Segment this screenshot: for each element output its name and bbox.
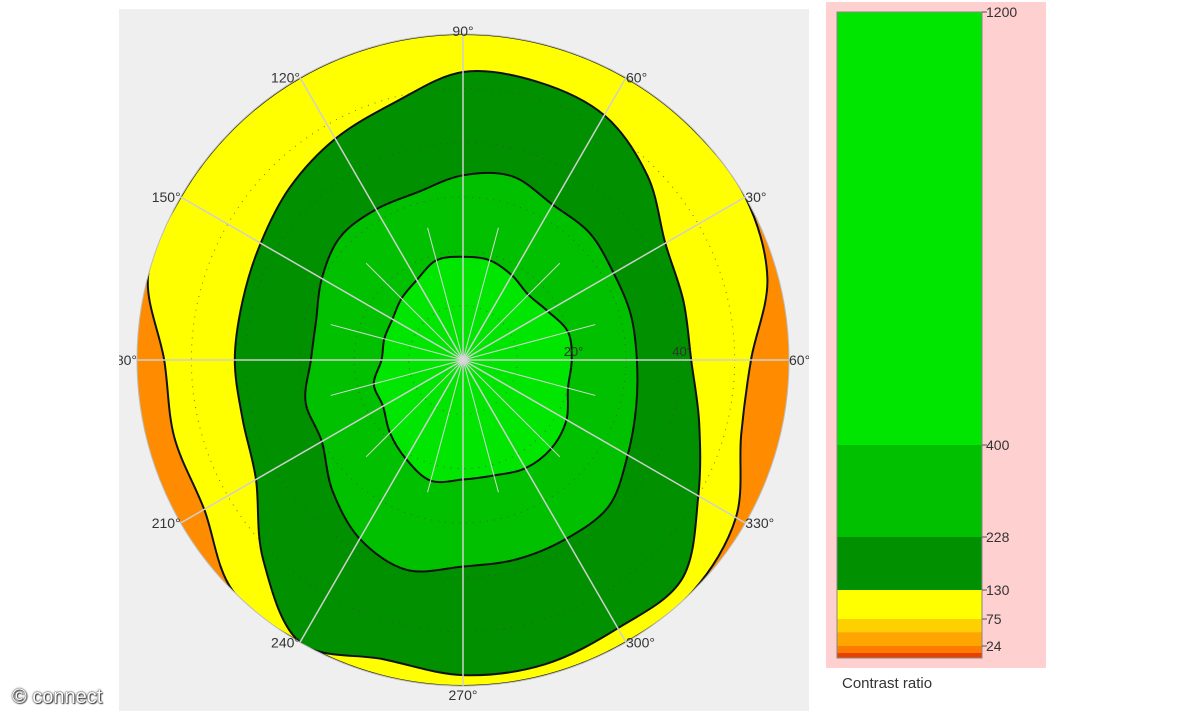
colorbar-band-0-10 <box>837 653 982 658</box>
colorbar-label-1200: 1200 <box>986 4 1017 20</box>
colorbar-band-50-75 <box>837 619 982 633</box>
angle-label-210: 210° <box>152 515 181 531</box>
colorbar-label-400: 400 <box>986 437 1010 453</box>
polar-contour-plot: 60° 30° 60° 90° 120° 150° 180° 210° 240° 270° 300°… <box>119 23 809 703</box>
angle-label-90: 90° <box>452 23 473 39</box>
angle-label-0: 60° <box>789 352 809 368</box>
radial-label-40: 40° <box>672 344 692 359</box>
angle-label-270: 270° <box>449 687 478 703</box>
angle-label-240: 240° <box>271 634 300 650</box>
colorbar-label-130: 130 <box>986 582 1010 598</box>
angle-label-120: 120° <box>271 70 300 86</box>
colorbar-band-228-400 <box>837 445 982 537</box>
colorbar: 1200 400 228 130 75 24 <box>836 4 1017 659</box>
colorbar-label-24: 24 <box>986 638 1002 654</box>
angle-label-180: 180° <box>119 352 137 368</box>
colorbar-band-130-228 <box>837 537 982 590</box>
angle-label-300: 300° <box>626 634 655 650</box>
watermark: © connect <box>12 686 103 708</box>
radial-label-20: 20° <box>564 344 584 359</box>
legend-panel: 1200 400 228 130 75 24 <box>826 2 1046 668</box>
angle-label-150: 150° <box>152 189 181 205</box>
colorbar-band-10-24 <box>837 646 982 653</box>
polar-plot-panel: 60° 30° 60° 90° 120° 150° 180° 210° 240° 270° 300°… <box>119 9 809 711</box>
colorbar-band-400-1200 <box>837 12 982 445</box>
angle-label-60: 60° <box>626 70 647 86</box>
angle-label-330: 330° <box>745 515 774 531</box>
colorbar-label-228: 228 <box>986 529 1010 545</box>
legend-title: Contrast ratio <box>842 675 933 692</box>
angle-label-30: 30° <box>745 189 766 205</box>
colorbar-band-75-130 <box>837 590 982 619</box>
colorbar-band-24-50 <box>837 632 982 646</box>
colorbar-label-75: 75 <box>986 611 1002 627</box>
